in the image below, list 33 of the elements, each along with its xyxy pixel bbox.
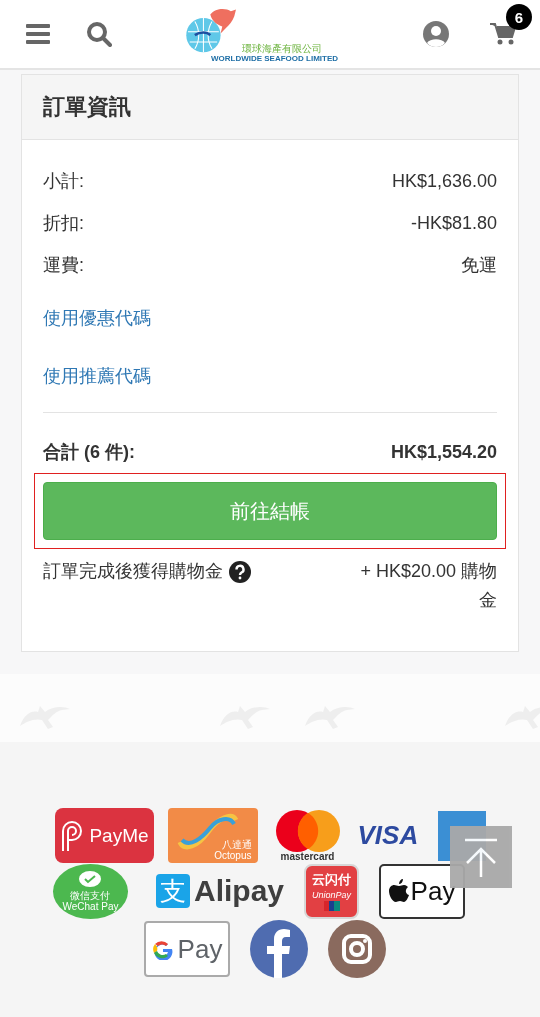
search-icon[interactable]: [86, 21, 112, 47]
logo-chinese-text: 環球海產有限公司: [242, 43, 322, 54]
octopus-text: 八達通 Octopus: [214, 839, 252, 861]
reward-value: + HK$20.00 購物金: [359, 560, 497, 612]
total-value: HK$1,554.20: [390, 441, 497, 463]
google-pay-logo: Pay: [144, 921, 230, 977]
menu-icon[interactable]: [26, 24, 50, 44]
card-title: 訂單資訊: [22, 75, 518, 140]
cart-icon[interactable]: [490, 22, 516, 46]
cart-count-badge: 6: [506, 4, 532, 30]
summary-value: 免運: [461, 254, 497, 277]
checkout-button[interactable]: 前往結帳: [43, 482, 497, 540]
summary-label: 折扣:: [43, 212, 84, 235]
mastercard-logo: mastercard: [271, 809, 344, 862]
account-icon[interactable]: [422, 20, 450, 48]
visa-logo: VISA: [357, 820, 420, 851]
help-icon[interactable]: [229, 560, 251, 583]
summary-value: HK$1,636.00: [391, 170, 497, 192]
unionpay-logo: 云闪付 UnionPay: [304, 863, 359, 919]
wechat-pay-logo: 微信支付 WeChat Pay: [53, 863, 128, 919]
total-label: 合計 (6 件):: [43, 441, 135, 464]
summary-label: 小計:: [43, 170, 84, 193]
code-link[interactable]: 使用優惠代碼: [43, 306, 151, 330]
logo-english-text: WORLDWIDE SEAFOOD LIMITED: [210, 54, 339, 64]
summary-value: -HK$81.80: [410, 212, 497, 234]
summary-label: 運費:: [43, 254, 84, 277]
alipay-logo: 支 Alipay: [156, 874, 284, 908]
facebook-icon[interactable]: [250, 920, 308, 978]
payme-text: PayMe: [89, 824, 149, 847]
reward-label: 訂單完成後獲得購物金: [43, 560, 223, 583]
apple-pay-logo: Pay: [379, 863, 465, 919]
instagram-icon[interactable]: [328, 920, 386, 978]
code-link[interactable]: 使用推薦代碼: [43, 364, 151, 388]
